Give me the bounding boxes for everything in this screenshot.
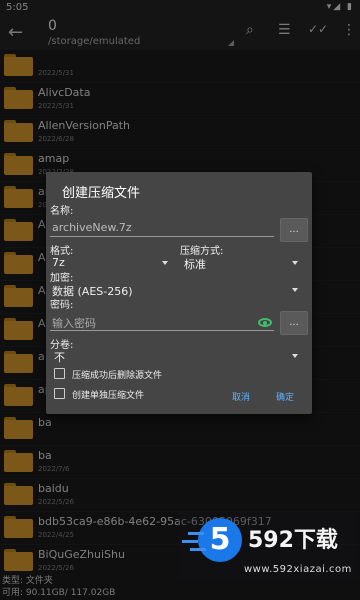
password-label: 密码: (50, 300, 74, 311)
encrypt-dropdown-icon[interactable] (292, 288, 298, 292)
format-dropdown-icon[interactable] (162, 261, 168, 265)
watermark-site: www.592xiazai.com (244, 564, 352, 575)
password-options-button[interactable]: ... (280, 311, 308, 335)
watermark-digit: 5 (188, 518, 242, 562)
method-select[interactable]: 标准 (184, 256, 206, 272)
name-input[interactable]: archiveNew.7z (52, 221, 132, 234)
screen: 5:05 ▾◢ ▮ ← 0 /storage/emulated ⌕ ☰ ✓✓ ⋮… (0, 0, 360, 600)
format-select[interactable]: 7z (52, 256, 65, 269)
method-label: 压缩方式: (180, 246, 224, 257)
create-archive-dialog: 创建压缩文件 名称: archiveNew.7z ... 格式: 7z 压缩方式… (46, 172, 312, 414)
split-select[interactable]: 不 (54, 349, 65, 365)
cancel-button[interactable]: 取消 (232, 390, 250, 403)
split-dropdown-icon[interactable] (292, 354, 298, 358)
delete-source-checkbox[interactable] (54, 368, 65, 379)
password-underline (50, 330, 274, 331)
confirm-button[interactable]: 确定 (276, 390, 294, 403)
encrypt-label: 加密: (50, 273, 74, 284)
password-input[interactable]: 输入密码 (52, 315, 96, 331)
single-archive-label: 创建单独压缩文件 (72, 391, 145, 401)
watermark-logo: 5 592下载 www.592xiazai.com (178, 512, 358, 580)
format-label: 格式: (50, 246, 74, 257)
show-password-icon[interactable] (258, 318, 272, 327)
name-label: 名称: (50, 206, 74, 217)
method-dropdown-icon[interactable] (292, 261, 298, 265)
watermark-brand: 592下载 (248, 528, 338, 553)
browse-button[interactable]: ... (280, 218, 308, 242)
delete-source-label: 压缩成功后删除源文件 (72, 371, 163, 381)
name-underline (50, 236, 274, 237)
dialog-title: 创建压缩文件 (62, 186, 141, 201)
single-archive-checkbox[interactable] (54, 388, 65, 399)
